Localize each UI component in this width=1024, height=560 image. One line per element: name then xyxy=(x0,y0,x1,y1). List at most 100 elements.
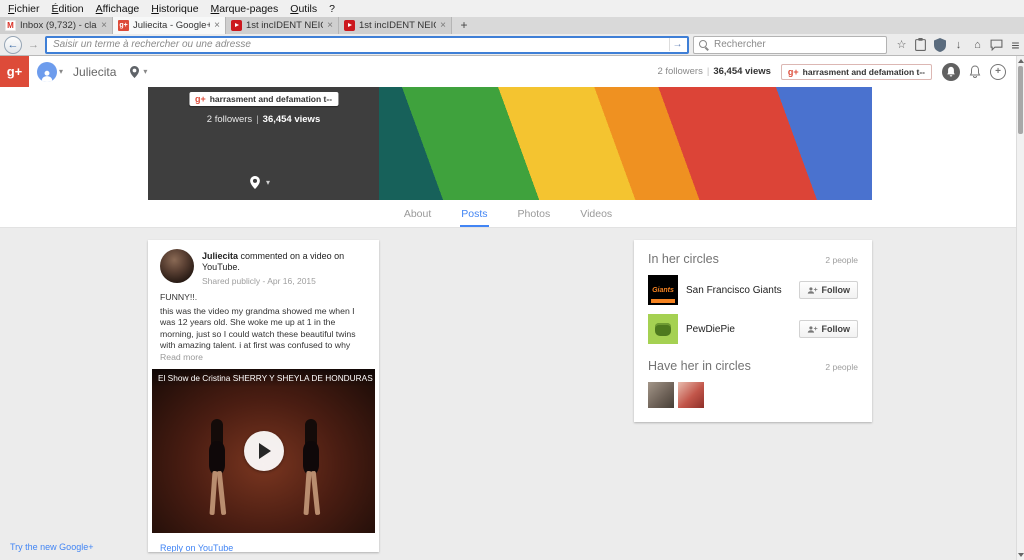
follow-button[interactable]: Follow xyxy=(798,320,858,338)
account-avatar[interactable] xyxy=(37,61,57,82)
cover-row: g+ harrasment and defamation t-- 2 follo… xyxy=(0,87,1016,200)
gplus-favicon: g+ xyxy=(118,20,129,31)
browser-navbar: ← → → ☆ ↓ ⌂ ≡ xyxy=(0,34,1024,56)
play-icon xyxy=(259,443,271,459)
header-icons: + xyxy=(942,62,1006,81)
tab-close-icon[interactable]: × xyxy=(327,20,333,31)
profile-nav: About Posts Photos Videos xyxy=(0,200,1016,228)
tab-posts[interactable]: Posts xyxy=(460,201,489,227)
page-scrollbar[interactable] xyxy=(1016,56,1024,560)
video-embed[interactable]: El Show de Cristina SHERRY Y SHEYLA DE H… xyxy=(152,369,375,533)
person-add-icon xyxy=(807,286,817,294)
download-icon[interactable]: ↓ xyxy=(950,36,967,53)
member-name[interactable]: San Francisco Giants xyxy=(686,285,791,296)
cover-photo xyxy=(379,87,872,200)
url-input[interactable] xyxy=(53,37,669,52)
url-bar: → xyxy=(45,35,689,54)
menu-aide[interactable]: ? xyxy=(323,2,341,16)
tab-videos[interactable]: Videos xyxy=(579,201,613,227)
follow-button[interactable]: Follow xyxy=(798,281,858,299)
location-pin-icon xyxy=(250,176,260,189)
dancer-silhouette xyxy=(298,419,324,519)
bookmark-star-icon[interactable]: ☆ xyxy=(893,36,910,53)
have-her-in-circles-title: Have her in circles xyxy=(648,359,751,373)
tab-photos[interactable]: Photos xyxy=(517,201,552,227)
search-input[interactable] xyxy=(714,36,881,53)
menu-historique[interactable]: Historique xyxy=(145,2,204,16)
location-pin-group[interactable]: ▾ xyxy=(250,176,270,189)
main-content: Juliecita commented on a video on YouTub… xyxy=(0,228,1016,560)
menu-affichage[interactable]: Affichage xyxy=(90,2,146,16)
circle-member-row: PewDiePie Follow xyxy=(648,314,858,344)
post-author-name[interactable]: Juliecita xyxy=(202,251,238,261)
giants-logo-avatar[interactable]: Giants xyxy=(648,275,678,305)
home-icon[interactable]: ⌂ xyxy=(969,36,986,53)
gplus-mini-icon: g+ xyxy=(194,94,206,104)
tab-title: 1st incIDENT NEIGHBOR o... xyxy=(359,20,436,31)
brofist-icon xyxy=(655,322,671,336)
report-tagline-label: harrasment and defamation t-- xyxy=(802,66,925,77)
tab-youtube-1[interactable]: 1st incIDENT NEIGHBOR o... × xyxy=(226,17,339,34)
new-tab-button[interactable]: + xyxy=(452,17,476,34)
play-button[interactable] xyxy=(243,431,284,471)
account-dropdown-icon[interactable]: ▾ xyxy=(59,67,63,76)
tab-title: 1st incIDENT NEIGHBOR o... xyxy=(246,20,323,31)
share-icon[interactable]: + xyxy=(990,63,1006,80)
back-button[interactable]: ← xyxy=(4,35,22,54)
post-byline: Juliecita commented on a video on YouTub… xyxy=(202,251,367,273)
circle-member-row: Giants San Francisco Giants Follow xyxy=(648,275,858,305)
report-tagline-button[interactable]: g+ harrasment and defamation t-- xyxy=(188,92,339,106)
scroll-down-arrow[interactable] xyxy=(1018,553,1024,557)
tab-close-icon[interactable]: × xyxy=(214,20,220,31)
pewdiepie-logo-avatar[interactable] xyxy=(648,314,678,344)
notifications-icon[interactable] xyxy=(942,62,960,81)
youtube-favicon xyxy=(231,20,242,31)
menu-edition[interactable]: Édition xyxy=(46,2,90,16)
pin-dropdown-icon: ▾ xyxy=(266,178,271,187)
circle-user-avatar[interactable] xyxy=(678,382,704,408)
tab-close-icon[interactable]: × xyxy=(101,20,107,31)
scroll-up-arrow[interactable] xyxy=(1018,59,1024,63)
have-her-avatars xyxy=(648,382,858,408)
bell-icon[interactable] xyxy=(966,63,984,81)
report-tagline-button[interactable]: g+ harrasment and defamation t-- xyxy=(780,63,932,80)
tab-about[interactable]: About xyxy=(403,201,432,227)
clipboard-icon[interactable] xyxy=(912,36,929,53)
forward-button[interactable]: → xyxy=(26,37,41,52)
browser-menubar: Fichier Édition Affichage Historique Mar… xyxy=(0,0,1024,17)
try-new-gplus-link[interactable]: Try the new Google+ xyxy=(10,542,93,552)
profile-stats: 2 followers | 36,454 views xyxy=(657,66,770,77)
circles-card: In her circles 2 people Giants San Franc… xyxy=(634,240,872,422)
menu-marque-pages[interactable]: Marque-pages xyxy=(205,2,285,16)
location-pin-icon xyxy=(130,65,140,78)
tab-gmail[interactable]: M Inbox (9,732) - clairefelicit... × xyxy=(0,17,113,34)
read-more-link[interactable]: Read more xyxy=(148,352,379,364)
hamburger-menu-icon[interactable]: ≡ xyxy=(1007,36,1024,53)
followers-count: 2 followers xyxy=(206,114,253,125)
menu-fichier[interactable]: Fichier xyxy=(2,2,46,16)
go-button[interactable]: → xyxy=(669,38,685,51)
views-count: 36,454 views xyxy=(262,114,321,125)
post-header-text: Juliecita commented on a video on YouTub… xyxy=(202,249,367,286)
stats-separator: | xyxy=(706,66,710,77)
gplus-logo[interactable]: g+ xyxy=(0,56,29,87)
post-meta: Shared publicly - Apr 16, 2015 xyxy=(202,276,316,286)
gmail-favicon: M xyxy=(5,20,16,31)
member-name[interactable]: PewDiePie xyxy=(686,324,791,335)
menu-outils[interactable]: Outils xyxy=(284,2,323,16)
post-author-avatar[interactable] xyxy=(160,249,194,283)
scrollbar-thumb[interactable] xyxy=(1018,66,1023,134)
shield-icon[interactable] xyxy=(931,36,948,53)
search-bar xyxy=(693,35,887,54)
profile-stats: 2 followers | 36,454 views xyxy=(148,114,379,125)
location-pin-group[interactable]: ▾ xyxy=(130,65,147,78)
chat-bubble-icon[interactable] xyxy=(988,36,1005,53)
post-card: Juliecita commented on a video on YouTub… xyxy=(148,240,379,552)
youtube-favicon xyxy=(344,20,355,31)
circle-user-avatar[interactable] xyxy=(648,382,674,408)
profile-cover: g+ harrasment and defamation t-- 2 follo… xyxy=(148,87,872,200)
reply-on-youtube-link[interactable]: Reply on YouTube xyxy=(148,533,379,552)
tab-youtube-2[interactable]: 1st incIDENT NEIGHBOR o... × xyxy=(339,17,452,34)
tab-gplus[interactable]: g+ Juliecita - Google+ × xyxy=(113,17,226,34)
tab-close-icon[interactable]: × xyxy=(440,20,446,31)
